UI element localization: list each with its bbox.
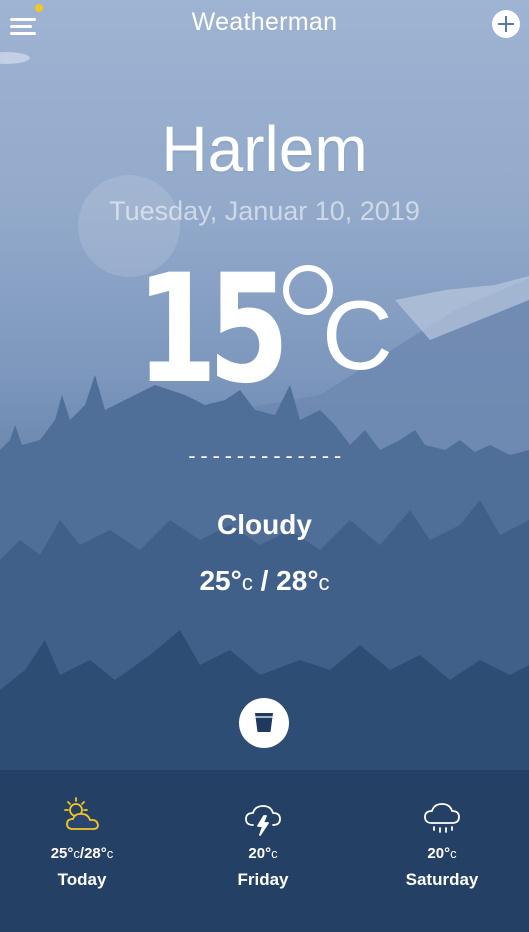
forecast-temp: 20 (248, 845, 266, 862)
glass-button[interactable] (239, 698, 289, 748)
rain-icon (424, 803, 460, 833)
app-title: Weatherman (191, 8, 338, 36)
range-unit: c (241, 570, 253, 595)
range-high: 28 (276, 565, 308, 596)
forecast-unit: c (106, 846, 114, 861)
add-location-button[interactable] (492, 10, 520, 38)
temperature-range: 25°c / 28°c (0, 565, 529, 597)
degree-symbol: ° (230, 565, 242, 596)
forecast-temperature: 25°c/28°c (50, 845, 114, 862)
forecast-item-saturday[interactable]: 20°c Saturday (382, 795, 502, 890)
divider: ------------- (185, 444, 344, 468)
range-unit: c (318, 570, 330, 595)
current-temperature: 15 C (0, 255, 529, 405)
forecast-item-friday[interactable]: 20°c Friday (203, 795, 323, 890)
sun-cloud-icon (64, 797, 99, 830)
forecast-temp: 20 (427, 845, 445, 862)
plus-icon-stroke (505, 16, 507, 32)
current-date: Tuesday, Januar 10, 2019 (109, 196, 420, 226)
forecast-temp-high: 28 (84, 845, 101, 862)
city-name: Harlem (161, 113, 368, 185)
forecast-unit: c (271, 846, 278, 861)
forecast-unit: c (450, 846, 457, 861)
temperature-value: 15 (136, 243, 289, 417)
glass-icon (255, 713, 273, 732)
range-separator: / (260, 565, 269, 596)
range-low: 25 (199, 565, 231, 596)
forecast-temperature: 20°c (248, 845, 278, 862)
forecast-item-today[interactable]: 25°c/28°c Today (22, 795, 142, 890)
temperature-unit: C (322, 280, 393, 390)
degree-symbol: ° (307, 565, 319, 596)
app-screen: Weatherman Harlem Tuesday, Januar 10, 20… (0, 0, 529, 932)
weather-condition: Cloudy (217, 509, 312, 540)
forecast-temp-low: 25 (50, 845, 68, 862)
forecast-day: Saturday (405, 870, 479, 889)
forecast-temperature: 20°c (427, 845, 457, 862)
forecast-day: Friday (237, 870, 289, 889)
forecast-day: Today (57, 870, 107, 889)
thunderstorm-icon (245, 805, 281, 836)
